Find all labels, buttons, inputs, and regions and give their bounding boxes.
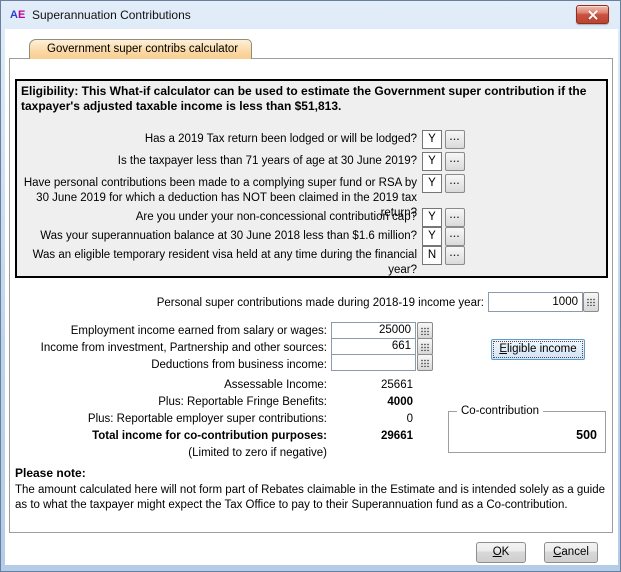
- eligible-income-button[interactable]: Eligible income: [491, 339, 585, 360]
- question-row: Was an eligible temporary resident visa …: [17, 246, 465, 278]
- employment-income-label: Employment income earned from salary or …: [15, 324, 327, 339]
- question-label: Is the taxpayer less than 71 years of ag…: [17, 152, 422, 169]
- investment-income-label: Income from investment, Partnership and …: [15, 341, 327, 356]
- question-answer-field[interactable]: N: [422, 246, 442, 265]
- business-deductions-input[interactable]: [331, 354, 416, 371]
- personal-super-label: Personal super contributions made during…: [15, 296, 484, 311]
- cancel-button[interactable]: Cancel: [544, 542, 598, 563]
- grid-button[interactable]: [583, 292, 599, 312]
- fringe-benefits-label: Plus: Reportable Fringe Benefits:: [15, 395, 327, 410]
- ellipsis-button[interactable]: ...: [445, 152, 465, 171]
- ellipsis-button[interactable]: ...: [445, 227, 465, 246]
- dialog-content: Government super contribs calculator Eli…: [5, 29, 618, 565]
- question-answer-field[interactable]: Y: [422, 227, 442, 246]
- employment-income-input[interactable]: 25000: [331, 322, 416, 339]
- total-income-value: 29661: [335, 429, 413, 444]
- assessable-income-label: Assessable Income:: [15, 378, 327, 393]
- please-note-body: The amount calculated here will not form…: [15, 483, 611, 513]
- question-answer-field[interactable]: Y: [422, 208, 442, 227]
- question-label: Are you under your non-concessional cont…: [17, 208, 422, 225]
- question-row: Are you under your non-concessional cont…: [17, 208, 465, 227]
- ellipsis-button[interactable]: ...: [445, 174, 465, 193]
- co-contribution-group: Co-contribution 500: [448, 411, 606, 453]
- app-icon-letter-a: A: [10, 9, 18, 21]
- ok-button[interactable]: OK: [476, 542, 526, 563]
- business-deductions-label: Deductions from business income:: [15, 358, 327, 373]
- question-label: Has a 2019 Tax return been lodged or wil…: [17, 130, 422, 147]
- eligible-income-button-label: Eligible income: [493, 341, 583, 358]
- grid-icon: [421, 359, 430, 367]
- co-contribution-value: 500: [576, 428, 597, 442]
- window-title: Superannuation Contributions: [32, 1, 191, 29]
- ok-button-label: OK: [477, 543, 525, 562]
- grid-icon: [421, 327, 430, 335]
- total-income-label: Total income for co-contribution purpose…: [15, 429, 327, 444]
- investment-income-input[interactable]: 661: [331, 338, 416, 355]
- question-label: Was your superannuation balance at 30 Ju…: [17, 227, 422, 244]
- close-button[interactable]: [576, 5, 609, 24]
- grid-icon: [587, 298, 596, 306]
- assessable-income-value: 25661: [335, 378, 413, 393]
- question-row: Was your superannuation balance at 30 Ju…: [17, 227, 465, 246]
- app-icon-letter-e: E: [18, 9, 25, 21]
- personal-super-input[interactable]: 1000: [488, 292, 583, 312]
- close-icon: [588, 10, 598, 20]
- question-label: Was an eligible temporary resident visa …: [17, 246, 422, 278]
- question-answer-field[interactable]: Y: [422, 152, 442, 171]
- please-note-heading: Please note:: [15, 466, 86, 480]
- question-row: Has a 2019 Tax return been lodged or wil…: [17, 130, 465, 149]
- grid-button[interactable]: [417, 338, 433, 355]
- fringe-benefits-value: 4000: [335, 395, 413, 410]
- question-answer-field[interactable]: Y: [422, 130, 442, 149]
- titlebar[interactable]: AE Superannuation Contributions: [1, 1, 620, 29]
- eligibility-heading: Eligibility: This What-if calculator can…: [21, 84, 600, 114]
- ellipsis-button[interactable]: ...: [445, 208, 465, 227]
- tab-government-super-contribs-calculator[interactable]: Government super contribs calculator: [29, 39, 252, 59]
- question-answer-field[interactable]: Y: [422, 174, 442, 193]
- ellipsis-button[interactable]: ...: [445, 130, 465, 149]
- dialog-window: AE Superannuation Contributions Governme…: [0, 0, 621, 572]
- employer-super-value: 0: [335, 412, 413, 427]
- ellipsis-button[interactable]: ...: [445, 246, 465, 265]
- limited-note: (Limited to zero if negative): [15, 446, 327, 461]
- grid-icon: [421, 343, 430, 351]
- app-icon: AE: [10, 7, 28, 23]
- co-contribution-legend: Co-contribution: [457, 404, 543, 419]
- eligibility-panel: Eligibility: This What-if calculator can…: [15, 79, 608, 278]
- cancel-button-label: Cancel: [545, 543, 597, 562]
- grid-button[interactable]: [417, 322, 433, 339]
- employer-super-label: Plus: Reportable employer super contribu…: [15, 412, 327, 427]
- question-row: Is the taxpayer less than 71 years of ag…: [17, 152, 465, 171]
- grid-button[interactable]: [417, 354, 433, 371]
